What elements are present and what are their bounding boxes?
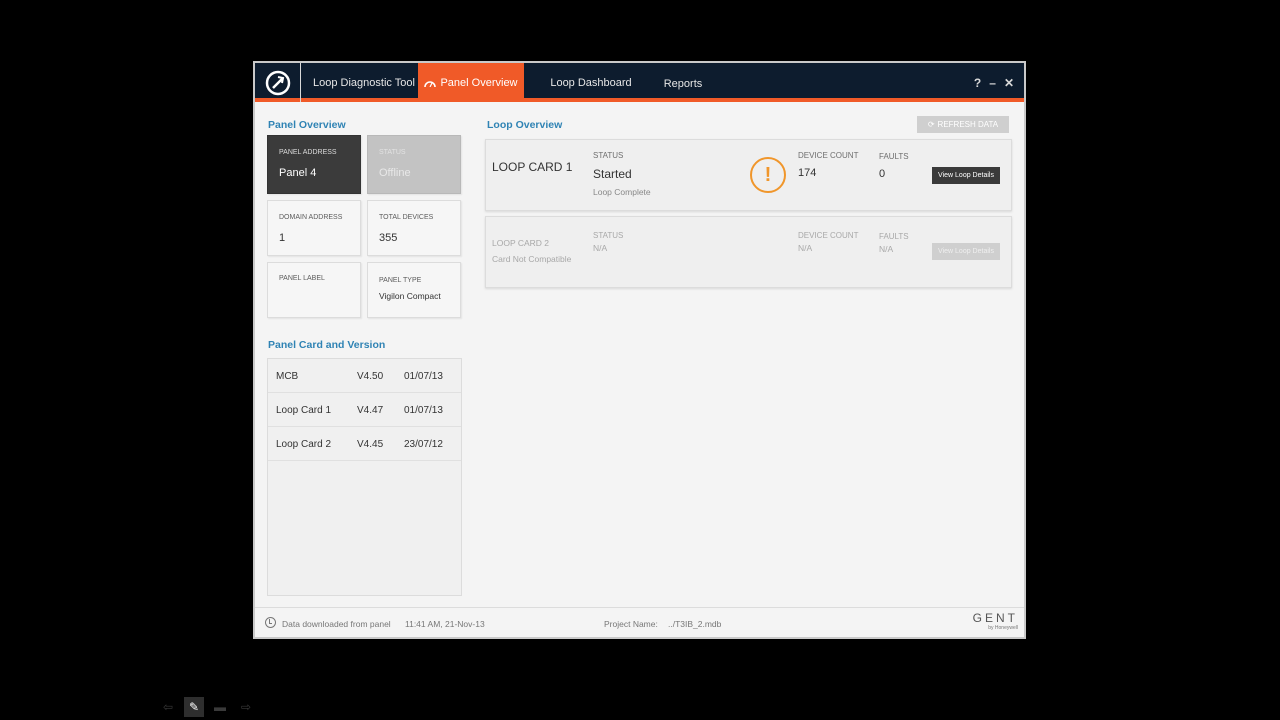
tile-value: Panel 4 [279,167,317,179]
panel-card-version-list: MCB V4.50 01/07/13 Loop Card 1 V4.47 01/… [267,358,462,596]
card-date: 01/07/13 [404,405,443,416]
download-time: 11:41 AM, 21-Nov-13 [405,619,485,629]
card-name: Loop Card 1 [276,405,332,416]
forward-arrow-icon[interactable]: ⇨ [236,697,256,717]
tile-caption: TOTAL DEVICES [379,214,434,221]
tile-caption: DOMAIN ADDRESS [279,214,343,221]
loop-card-2-panel: LOOP CARD 2 Card Not Compatible STATUS N… [485,216,1012,288]
tile-value: 1 [279,232,286,244]
tab-label: Panel Overview [440,76,518,89]
status-value: Started [593,167,632,181]
app-title: Loop Diagnostic Tool [313,77,415,89]
faults-caption: FAULTS [879,232,909,241]
refresh-icon: ⟳ [927,120,935,129]
minimize-button[interactable]: – [989,76,996,90]
status-caption: STATUS [593,151,624,160]
panel-card-version-title: Panel Card and Version [268,339,386,351]
tile-caption: PANEL TYPE [379,277,422,284]
presentation-toolbar: ⇦ ✎ ▬ ⇨ [158,697,256,717]
device-count-value: 174 [798,167,817,179]
tab-panel-overview[interactable]: Panel Overview [418,63,524,102]
close-button[interactable]: ✕ [1004,76,1014,90]
download-status-label: Data downloaded from panel [282,619,391,629]
panel-address-tile: PANEL ADDRESS Panel 4 [267,135,361,194]
warning-icon: ! [750,157,786,193]
card-name: Loop Card 2 [276,439,332,450]
tab-label: Reports [663,77,703,90]
status-bar: Data downloaded from panel 11:41 AM, 21-… [255,607,1024,637]
brand-name: GENT [972,611,1018,625]
table-row: Loop Card 2 V4.45 23/07/12 [268,427,461,461]
brand-sub: by Honeywell [988,625,1018,631]
loop-card-1-panel: LOOP CARD 1 STATUS Started Loop Complete… [485,139,1012,211]
tile-value: 355 [379,232,398,244]
gauge-icon [424,80,437,87]
tile-value: Offline [379,167,411,179]
project-name-value: ../T3IB_2.mdb [668,619,722,629]
loop-card-name: LOOP CARD 2 [492,238,550,248]
panel-label-tile: PANEL LABEL [267,262,361,318]
table-row: MCB V4.50 01/07/13 [268,359,461,393]
tile-value: Vigilon Compact [379,291,441,301]
app-window: Loop Diagnostic Tool Panel Overview Loop… [253,61,1026,639]
screen-icon[interactable]: ▬ [210,697,230,717]
help-button[interactable]: ? [974,76,981,90]
back-arrow-icon[interactable]: ⇦ [158,697,178,717]
card-name: MCB [276,371,299,382]
domain-address-tile: DOMAIN ADDRESS 1 [267,200,361,256]
pen-icon[interactable]: ✎ [184,697,204,717]
loop-card-sub: Card Not Compatible [492,254,572,264]
project-name-label: Project Name: [604,619,658,629]
card-version: V4.47 [357,405,384,416]
faults-value: N/A [879,244,894,254]
card-date: 01/07/13 [404,371,443,382]
device-count-caption: DEVICE COUNT [798,231,859,240]
view-loop-details-button[interactable]: View Loop Details [932,167,1000,184]
device-count-caption: DEVICE COUNT [798,151,859,160]
tab-loop-dashboard[interactable]: Loop Dashboard [541,63,641,102]
card-version: V4.50 [357,371,384,382]
device-count-value: N/A [798,243,813,253]
loop-overview-title: Loop Overview [487,119,563,131]
view-loop-details-button: View Loop Details [932,243,1000,260]
panel-type-tile: PANEL TYPE Vigilon Compact [367,262,461,318]
status-value: N/A [593,243,608,253]
clock-icon [265,617,276,628]
title-bar: Loop Diagnostic Tool Panel Overview Loop… [255,63,1024,102]
tab-label: Loop Dashboard [550,76,632,89]
card-version: V4.45 [357,439,384,450]
tile-caption: PANEL LABEL [279,275,325,282]
faults-value: 0 [879,168,886,180]
tab-reports[interactable]: Reports [655,63,711,102]
refresh-label: REFRESH DATA [937,120,999,129]
loop-card-name: LOOP CARD 1 [492,160,573,174]
status-caption: STATUS [593,231,624,240]
status-tile: STATUS Offline [367,135,461,194]
tile-caption: STATUS [379,149,406,156]
gent-logo: GENT by Honeywell [973,611,1018,631]
panel-overview-title: Panel Overview [268,119,346,131]
total-devices-tile: TOTAL DEVICES 355 [367,200,461,256]
status-sub: Loop Complete [593,187,651,197]
faults-caption: FAULTS [879,152,909,161]
card-date: 23/07/12 [404,439,443,450]
table-row: Loop Card 1 V4.47 01/07/13 [268,393,461,427]
refresh-data-button[interactable]: ⟳ REFRESH DATA [917,116,1009,133]
app-logo-icon [255,63,301,102]
tile-caption: PANEL ADDRESS [279,149,337,156]
